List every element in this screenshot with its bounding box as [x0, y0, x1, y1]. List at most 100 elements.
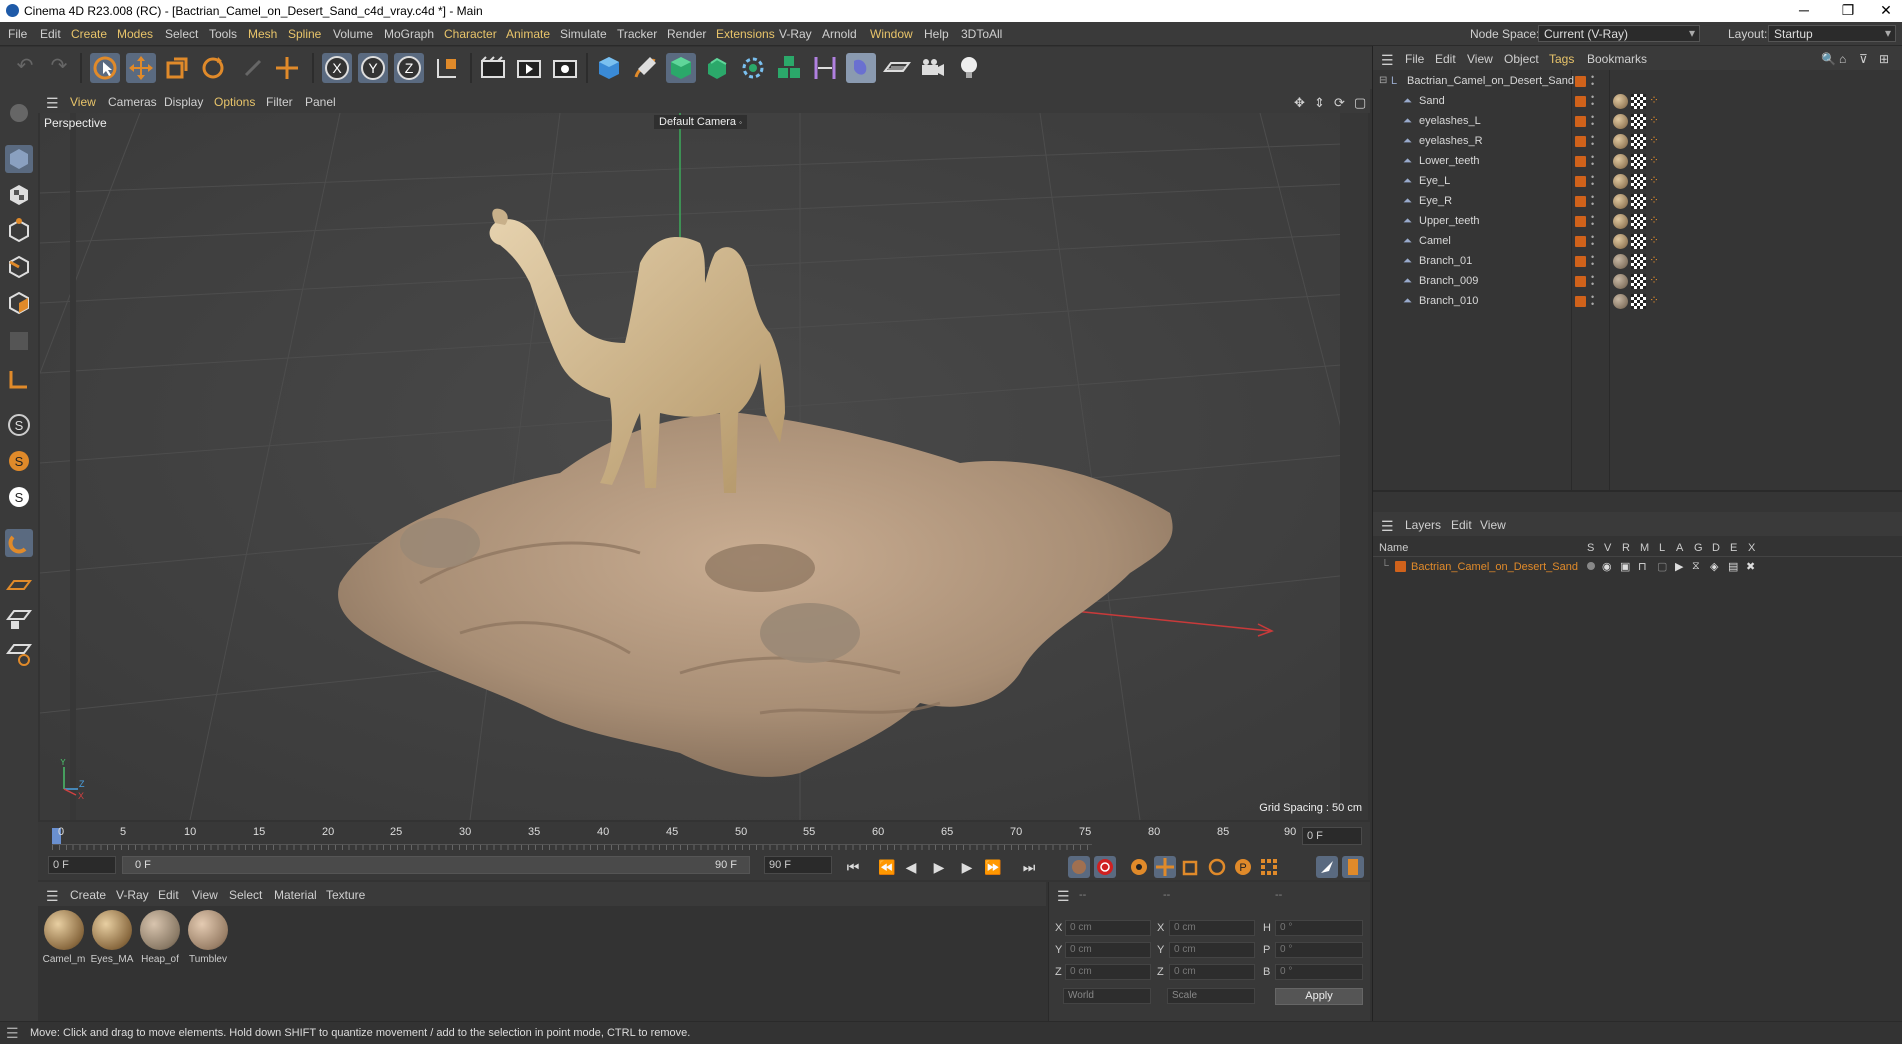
vray-tag-icon[interactable]: ⁘	[1649, 93, 1659, 107]
layer-color-icon[interactable]	[1395, 561, 1406, 572]
render-settings-icon[interactable]	[550, 53, 580, 83]
magnet-icon[interactable]	[5, 529, 33, 557]
edges-mode-icon[interactable]	[5, 253, 33, 281]
visibility-dots-icon[interactable]: • •	[1591, 153, 1594, 169]
cloner-icon[interactable]	[738, 53, 768, 83]
snap-icon[interactable]: S	[5, 411, 33, 439]
layers-menu-view[interactable]: View	[1480, 518, 1506, 532]
layer-col-header[interactable]: E	[1730, 542, 1737, 554]
material-swatch[interactable]: Camel_m	[42, 910, 86, 965]
next-frame-icon[interactable]: ▶	[956, 856, 978, 878]
material-hamburger-icon[interactable]: ☰	[46, 888, 59, 905]
menu-tracker[interactable]: Tracker	[617, 27, 657, 41]
lock-toggle-icon[interactable]: ▢	[1657, 560, 1667, 573]
visibility-dots-icon[interactable]: • •	[1591, 93, 1594, 109]
menu-create[interactable]: Create	[71, 27, 107, 41]
layer-row[interactable]: └ Bactrian_Camel_on_Desert_Sand ◉ ▣ ⊓ ▢ …	[1373, 558, 1902, 576]
redo-icon[interactable]: ↷	[44, 53, 74, 83]
material-tag-icon[interactable]	[1613, 134, 1628, 149]
object-row[interactable]: ⏶ Branch_01 • • ⁘	[1373, 252, 1902, 272]
om-menu-tags[interactable]: Tags	[1549, 52, 1574, 66]
layer-color-icon[interactable]	[1575, 136, 1586, 147]
rotate-icon[interactable]	[198, 53, 228, 83]
texture-mode-icon[interactable]	[5, 181, 33, 209]
vray-tag-icon[interactable]: ⁘	[1649, 293, 1659, 307]
menu-edit[interactable]: Edit	[40, 27, 61, 41]
polygons-mode-icon[interactable]	[5, 289, 33, 317]
scale-y-field[interactable]: 0 cm	[1169, 942, 1255, 958]
range-slider[interactable]: 0 F 90 F	[122, 856, 750, 874]
layer-col-header[interactable]: L	[1659, 542, 1665, 554]
model-mode-icon[interactable]	[5, 145, 33, 173]
scale-icon[interactable]	[162, 53, 192, 83]
uv-mode-icon[interactable]	[5, 327, 33, 355]
layer-col-header[interactable]: R	[1622, 542, 1630, 554]
vray-tag-icon[interactable]: ⁘	[1649, 173, 1659, 187]
lock-workplane-icon[interactable]	[5, 605, 33, 633]
workplane-icon[interactable]	[5, 365, 33, 393]
3d-viewport[interactable]: Perspective Default Camera ◦ Grid Spacin…	[40, 113, 1368, 820]
viewport-menu-view[interactable]: View	[70, 95, 96, 109]
current-frame-field[interactable]: 0 F	[1302, 827, 1362, 845]
material-swatch[interactable]: Heap_of	[138, 910, 182, 965]
go-to-start-icon[interactable]: ⏮	[842, 856, 864, 878]
floor-icon[interactable]	[882, 53, 912, 83]
timeline-window-icon[interactable]	[1342, 856, 1364, 878]
key-pla-icon[interactable]	[1258, 856, 1280, 878]
vray-tag-icon[interactable]: ⁘	[1649, 133, 1659, 147]
axis-workplane-icon[interactable]	[5, 639, 33, 667]
next-key-icon[interactable]: ⏩	[982, 856, 1004, 878]
viewport-menu-cameras[interactable]: Cameras	[108, 95, 157, 109]
layer-col-header[interactable]: D	[1712, 542, 1720, 554]
viewport-menu-display[interactable]: Display	[164, 95, 203, 109]
visibility-dots-icon[interactable]: • •	[1591, 233, 1594, 249]
om-menu-bookmarks[interactable]: Bookmarks	[1587, 52, 1647, 66]
object-row[interactable]: ⏶ Upper_teeth • • ⁘	[1373, 212, 1902, 232]
xref-toggle-icon[interactable]: ✖	[1746, 560, 1755, 573]
node-space-dropdown[interactable]: Current (V-Ray)	[1538, 25, 1700, 42]
viewport-maximize-icon[interactable]: ▢	[1354, 95, 1366, 111]
render-picture-viewer-icon[interactable]	[514, 53, 544, 83]
material-tag-icon[interactable]	[1613, 114, 1628, 129]
material-menu-edit[interactable]: Edit	[158, 888, 179, 902]
solo-toggle-icon[interactable]	[1587, 562, 1595, 570]
material-tag-icon[interactable]	[1613, 254, 1628, 269]
world-coordinates-icon[interactable]	[432, 53, 462, 83]
texture-tag-icon[interactable]	[1631, 294, 1646, 309]
object-row[interactable]: ⏶ Branch_009 • • ⁘	[1373, 272, 1902, 292]
material-tag-icon[interactable]	[1613, 154, 1628, 169]
object-row[interactable]: ⏶ Camel • • ⁘	[1373, 232, 1902, 252]
layer-col-header[interactable]: X	[1748, 542, 1755, 554]
texture-tag-icon[interactable]	[1631, 214, 1646, 229]
menu-file[interactable]: File	[8, 27, 27, 41]
layer-col-header[interactable]: M	[1640, 542, 1649, 554]
texture-tag-icon[interactable]	[1631, 254, 1646, 269]
coords-hamburger-icon[interactable]: ☰	[1057, 888, 1070, 905]
pen-icon[interactable]	[630, 53, 660, 83]
viewport-move-icon[interactable]: ✥	[1294, 95, 1305, 111]
menu-3dtoall[interactable]: 3DToAll	[961, 27, 1002, 41]
position-x-field[interactable]: 0 cm	[1065, 920, 1151, 936]
live-selection-icon[interactable]	[90, 53, 120, 83]
key-rotation-icon[interactable]	[1206, 856, 1228, 878]
key-parameter-icon[interactable]: P	[1232, 856, 1254, 878]
layer-color-icon[interactable]	[1575, 296, 1586, 307]
material-menu-select[interactable]: Select	[229, 888, 262, 902]
om-menu-edit[interactable]: Edit	[1435, 52, 1456, 66]
viewport-menu-options[interactable]: Options	[214, 95, 255, 109]
menu-vray[interactable]: V-Ray	[779, 27, 812, 41]
menu-spline[interactable]: Spline	[288, 27, 321, 41]
cube-icon[interactable]	[594, 53, 624, 83]
viewport-menu-panel[interactable]: Panel	[305, 95, 336, 109]
material-swatch[interactable]: Eyes_MA	[90, 910, 134, 965]
layer-color-icon[interactable]	[1575, 236, 1586, 247]
om-filter-icon[interactable]: ⊽	[1859, 52, 1868, 66]
layer-col-header[interactable]: V	[1604, 542, 1611, 554]
status-hamburger-icon[interactable]: ☰	[6, 1025, 19, 1042]
material-swatch[interactable]: Tumblev	[186, 910, 230, 965]
x-axis-lock-button[interactable]: X	[322, 53, 352, 83]
camera-icon[interactable]	[918, 53, 948, 83]
close-button[interactable]: ✕	[1866, 2, 1902, 19]
object-row-root[interactable]: ⊟ L Bactrian_Camel_on_Desert_Sand • •	[1373, 72, 1902, 92]
points-mode-icon[interactable]	[5, 217, 33, 245]
